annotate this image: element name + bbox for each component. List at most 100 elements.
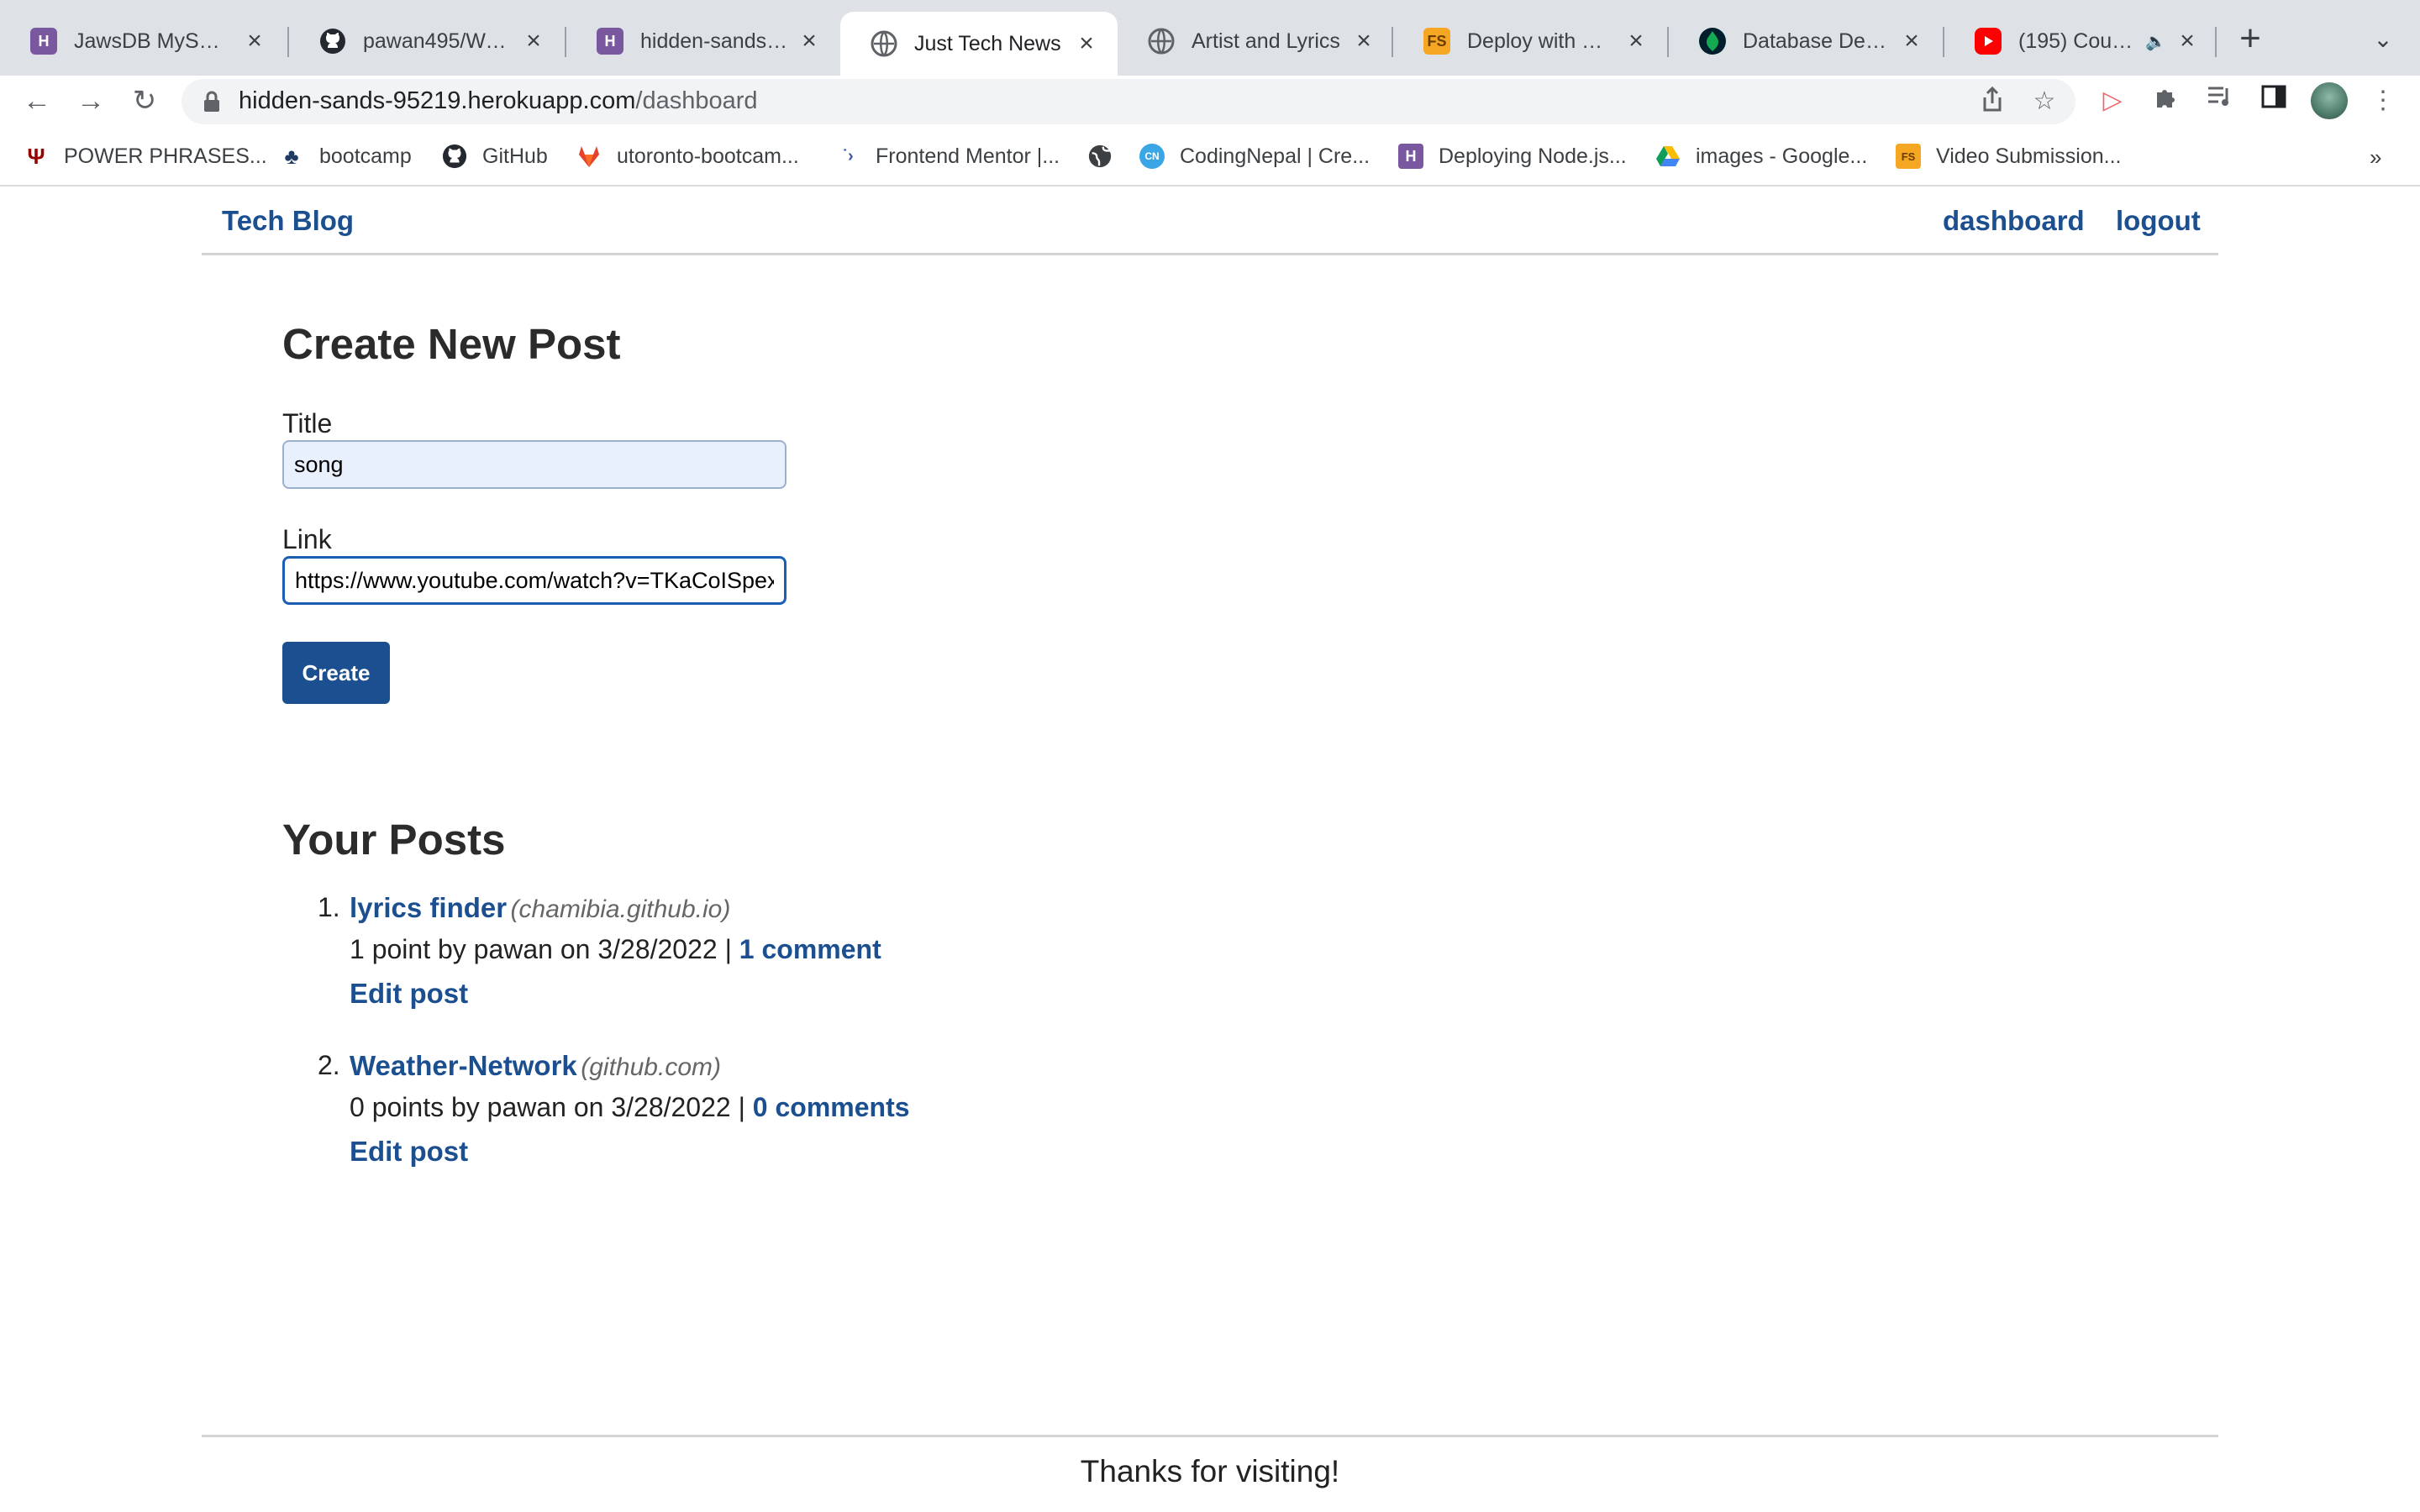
bookmark-item[interactable]: GitHub (442, 139, 548, 173)
bookmark-label: CodingNepal | Cre... (1180, 144, 1370, 168)
bookmarks-overflow-button[interactable]: » (2370, 144, 2381, 171)
post-meta-text: 0 points by pawan on 3/28/2022 | (350, 1092, 745, 1122)
site-header: Tech Blog dashboard logout (202, 186, 2218, 255)
bookmark-item[interactable] (1087, 139, 1128, 173)
tab-just-tech-news[interactable]: Just Tech News × (840, 12, 1118, 76)
tab-title: Database Deploy (1743, 29, 1891, 53)
tab-search-chevron-icon[interactable]: ⌄ (2368, 25, 2398, 55)
reload-icon[interactable]: ↻ (124, 81, 165, 121)
close-icon[interactable]: × (2175, 29, 2200, 54)
bookmark-item[interactable]: Ψ POWER PHRASES... (24, 139, 267, 173)
tab-title: JawsDB MySQL | (74, 29, 234, 53)
create-post-button[interactable]: Create (282, 642, 390, 704)
post-domain: (github.com) (581, 1053, 721, 1081)
post-title-link[interactable]: lyrics finder (350, 892, 507, 923)
iu-icon: Ψ (27, 143, 45, 169)
close-icon[interactable]: × (521, 29, 546, 54)
nav-dashboard-link[interactable]: dashboard (1943, 205, 2085, 237)
close-icon[interactable]: × (1623, 29, 1649, 54)
close-icon[interactable]: × (1351, 29, 1376, 54)
nav-logout-link[interactable]: logout (2116, 205, 2201, 237)
post-comments-link[interactable]: 1 comment (739, 934, 881, 964)
lock-icon[interactable] (203, 91, 220, 113)
edit-post-link[interactable]: Edit post (350, 1136, 468, 1168)
share-icon[interactable] (1976, 86, 2008, 118)
tab-youtube[interactable]: (195) Country 🔈 × (1944, 13, 2218, 69)
tab-title: Artist and Lyrics (1192, 29, 1340, 53)
url-path: /dashboard (635, 87, 758, 114)
site-brand-link[interactable]: Tech Blog (222, 205, 354, 237)
footer-text: Thanks for visiting! (1080, 1454, 1340, 1488)
tab-title: Just Tech News (914, 31, 1061, 55)
tab-deploy-heroku[interactable]: FS Deploy with Hero × (1393, 13, 1667, 69)
bookmark-item[interactable]: utoronto-bootcam... (576, 139, 799, 173)
bookmark-label: bootcamp (319, 144, 412, 168)
post-title-line: Weather-Network (github.com) (350, 1050, 721, 1082)
media-queue-icon[interactable] (2203, 84, 2237, 118)
url-text[interactable]: hidden-sands-95219.herokuapp.com/dashboa… (239, 87, 758, 115)
kebab-menu-icon[interactable]: ⋮ (2366, 84, 2400, 118)
tab-database-deploy[interactable]: Database Deploy × (1669, 13, 1943, 69)
post-link-input[interactable] (282, 556, 786, 605)
tab-artist-lyrics[interactable]: Artist and Lyrics × (1118, 13, 1395, 69)
github-icon (442, 144, 467, 169)
fs-icon: FS (1896, 144, 1921, 169)
bookmark-item[interactable]: FS Video Submission... (1896, 139, 2122, 173)
bookmark-item[interactable]: images - Google... (1655, 139, 1867, 173)
tab-separator (2215, 27, 2217, 57)
create-post-heading: Create New Post (282, 320, 621, 368)
url-host: hidden-sands-95219.herokuapp.com (239, 87, 636, 114)
post-comments-link[interactable]: 0 comments (753, 1092, 910, 1122)
close-icon[interactable]: × (797, 29, 822, 54)
bookmark-label: POWER PHRASES... (64, 144, 267, 168)
title-label: Title (282, 408, 333, 438)
address-bar[interactable]: hidden-sands-95219.herokuapp.com/dashboa… (182, 79, 2075, 124)
edit-post-link[interactable]: Edit post (350, 978, 468, 1010)
bookmark-label: Frontend Mentor |... (876, 144, 1060, 168)
close-icon[interactable]: × (242, 29, 267, 54)
tab-title: hidden-sands-95 (640, 29, 788, 53)
frontend-mentor-icon: ˙› (842, 146, 854, 165)
close-icon[interactable]: × (1074, 31, 1099, 56)
heroku-icon: H (30, 28, 57, 55)
close-icon[interactable]: × (1899, 29, 1924, 54)
forward-arrow-icon[interactable]: → (71, 81, 111, 121)
bookmark-item[interactable]: ♣ bootcamp (279, 139, 412, 173)
mongodb-icon (1699, 28, 1726, 55)
site-footer: Thanks for visiting! (202, 1435, 2218, 1512)
speaker-icon[interactable]: 🔈 (2145, 31, 2166, 52)
globe-icon (871, 30, 897, 57)
bookmark-item[interactable]: CN CodingNepal | Cre... (1139, 139, 1370, 173)
post-title-line: lyrics finder (chamibia.github.io) (350, 892, 730, 924)
post-title-link[interactable]: Weather-Network (350, 1050, 577, 1081)
bookmark-item[interactable]: H Deploying Node.js... (1398, 139, 1627, 173)
bookmarks-bar: Ψ POWER PHRASES... ♣ bootcamp GitHub uto… (0, 126, 2420, 186)
bookmark-label: Video Submission... (1936, 144, 2122, 168)
fs-icon: FS (1423, 28, 1450, 55)
link-label: Link (282, 524, 332, 554)
new-tab-button[interactable]: + (2232, 20, 2269, 59)
extension-cast-icon[interactable]: ▷ (2096, 84, 2129, 118)
tab-github-weather[interactable]: pawan495/Weath × (289, 13, 565, 69)
post-title-input[interactable] (282, 440, 786, 489)
tab-jawsdb[interactable]: H JawsDB MySQL | × (0, 13, 286, 69)
bookmark-item[interactable]: ˙› Frontend Mentor |... (835, 139, 1060, 173)
globe-icon (1148, 28, 1175, 55)
tab-title: pawan495/Weath (363, 29, 513, 53)
post-meta-text: 1 point by pawan on 3/28/2022 | (350, 934, 732, 964)
tab-hidden-sands[interactable]: H hidden-sands-95 × (566, 13, 840, 69)
side-panel-icon[interactable] (2257, 84, 2291, 118)
bookmark-label: utoronto-bootcam... (617, 144, 799, 168)
bookmark-star-icon[interactable]: ☆ (2028, 86, 2060, 118)
post-number: 1. (318, 892, 340, 922)
youtube-icon (1975, 28, 2002, 55)
profile-avatar[interactable] (2311, 82, 2348, 119)
extensions-puzzle-icon[interactable] (2149, 84, 2183, 118)
your-posts-heading: Your Posts (282, 816, 506, 864)
post-domain: (chamibia.github.io) (510, 895, 731, 923)
bookmark-label: GitHub (482, 144, 548, 168)
post-meta: 1 point by pawan on 3/28/2022 | 1 commen… (350, 934, 881, 965)
codingnepal-icon: CN (1139, 144, 1165, 169)
google-drive-icon (1655, 144, 1681, 169)
back-arrow-icon[interactable]: ← (17, 81, 57, 121)
